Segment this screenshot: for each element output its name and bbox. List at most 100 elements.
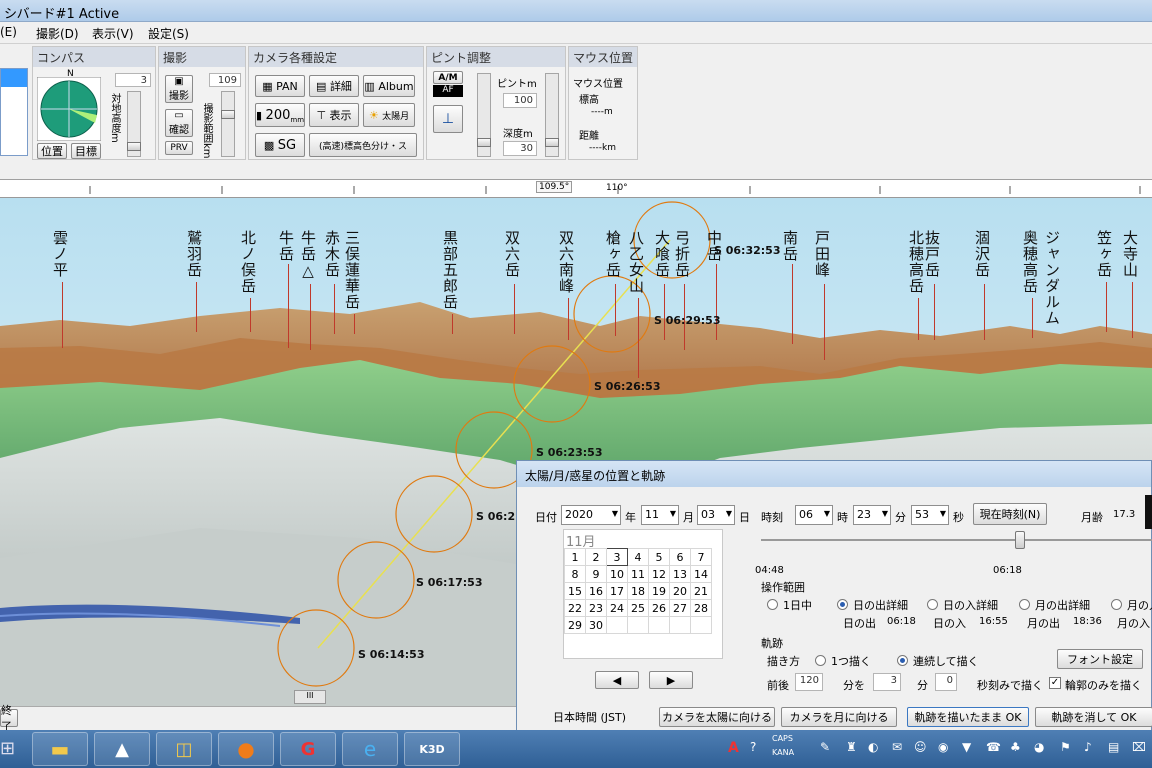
step-field[interactable]: 3	[873, 673, 901, 691]
outline-only-checkbox[interactable]: ✓	[1049, 677, 1061, 689]
tray-icon-10[interactable]: ⚑	[1060, 740, 1071, 754]
calendar-day[interactable]: 12	[648, 565, 670, 583]
calendar-day[interactable]: 8	[564, 565, 586, 583]
calendar-day[interactable]: 18	[627, 582, 649, 600]
calendar-day[interactable]: 13	[669, 565, 691, 583]
azimuth-ruler[interactable]: 109.5° 110°	[0, 180, 1152, 198]
range-field[interactable]: 109	[209, 73, 241, 87]
tray-icon-5[interactable]: ◉	[938, 740, 948, 754]
preview-button[interactable]: PRV	[165, 141, 193, 155]
menu-settings[interactable]: 設定(S)	[148, 25, 189, 42]
camera-to-moon-button[interactable]: カメラを月に向ける	[781, 707, 897, 727]
next-button[interactable]: ▶	[649, 671, 693, 689]
lens-button[interactable]: ▮ 200 mm	[255, 103, 305, 127]
af-indicator[interactable]: AF	[433, 85, 463, 97]
calendar-day[interactable]: 16	[585, 582, 607, 600]
tray-icon-8[interactable]: ♣	[1010, 740, 1021, 754]
ie-taskbar-button[interactable]: e	[342, 732, 398, 766]
calendar[interactable]: 11月 1 2 3 4 5 6 7 8 9 10 11 12 13 14 15 16 17 18 19 20 21 22 2…	[563, 529, 723, 659]
calendar-day[interactable]: 21	[690, 582, 712, 600]
before-after-field[interactable]: 120	[795, 673, 823, 691]
calendar-day[interactable]	[648, 616, 670, 634]
calendar-day[interactable]: 9	[585, 565, 607, 583]
help-icon[interactable]: ?	[750, 740, 756, 754]
menu-shoot[interactable]: 撮影(D)	[36, 25, 79, 42]
menu-edit[interactable]: (E)	[0, 25, 17, 39]
calendar-grid[interactable]: 1 2 3 4 5 6 7 8 9 10 11 12 13 14 15 16 17 18 19 20 21 22 23 24 2…	[564, 548, 712, 634]
focus-mode-button[interactable]: ⊥	[433, 105, 463, 133]
focus-field[interactable]: 100	[503, 93, 537, 108]
font-settings-button[interactable]: フォント設定	[1057, 649, 1143, 669]
height-field[interactable]: 3	[115, 73, 151, 87]
radio-sunset-detail[interactable]	[927, 599, 938, 610]
shoot-button[interactable]: ▣ 撮影	[165, 75, 193, 103]
g-app-taskbar-button[interactable]: G	[280, 732, 336, 766]
volume-icon[interactable]: ♪	[1084, 740, 1092, 754]
menu-view[interactable]: 表示(V)	[92, 25, 134, 42]
app-taskbar-button[interactable]: ▲	[94, 732, 150, 766]
calendar-day[interactable]: 27	[669, 599, 691, 617]
calendar-day[interactable]: 4	[627, 548, 649, 566]
calendar-day[interactable]: 1	[564, 548, 586, 566]
pan-button[interactable]: ▦ PAN	[255, 75, 305, 97]
tray-icon-6[interactable]: ▼	[962, 740, 971, 754]
scroll-thumb[interactable]: III	[294, 690, 326, 704]
sun-moon-button[interactable]: ☀ 太陽月	[363, 103, 415, 127]
calendar-day[interactable]: 20	[669, 582, 691, 600]
height-slider[interactable]	[127, 91, 141, 157]
prev-button[interactable]: ◀	[595, 671, 639, 689]
clear-track-ok-button[interactable]: 軌跡を消して OK	[1035, 707, 1152, 727]
camera-to-sun-button[interactable]: カメラを太陽に向ける	[659, 707, 775, 727]
month-select[interactable]: 11	[641, 505, 679, 525]
target-button[interactable]: 目標	[71, 143, 101, 159]
calendar-day[interactable]: 5	[648, 548, 670, 566]
tray-icon-7[interactable]: ☎	[986, 740, 1001, 754]
network-icon[interactable]: ▤	[1108, 740, 1119, 754]
folder-taskbar-button[interactable]: ◫	[156, 732, 212, 766]
hour-select[interactable]: 06	[795, 505, 833, 525]
am-button[interactable]: A/M	[433, 71, 463, 84]
calendar-day[interactable]: 19	[648, 582, 670, 600]
calendar-day[interactable]	[690, 616, 712, 634]
calendar-day[interactable]: 30	[585, 616, 607, 634]
now-button[interactable]: 現在時刻(N)	[973, 503, 1047, 525]
k3d-taskbar-button[interactable]: K3D	[404, 732, 460, 766]
radio-moonset-detail[interactable]	[1111, 599, 1122, 610]
calendar-day[interactable]: 3	[606, 548, 628, 566]
radio-all-day[interactable]	[767, 599, 778, 610]
calendar-day[interactable]: 15	[564, 582, 586, 600]
time-slider-track[interactable]	[761, 539, 1152, 541]
confirm-button[interactable]: ▭ 確認	[165, 109, 193, 137]
tray-icon-4[interactable]: ☺	[914, 740, 927, 754]
minute-select[interactable]: 23	[853, 505, 891, 525]
calendar-day[interactable]: 14	[690, 565, 712, 583]
calendar-day[interactable]	[606, 616, 628, 634]
explorer-taskbar-button[interactable]: ▬	[32, 732, 88, 766]
keep-track-ok-button[interactable]: 軌跡を描いたまま OK	[907, 707, 1029, 727]
depth-field[interactable]: 30	[503, 141, 537, 156]
position-button[interactable]: 位置	[37, 143, 67, 159]
radio-draw-continuous[interactable]	[897, 655, 908, 666]
tray-icon-11[interactable]: ⌧	[1132, 740, 1146, 754]
calendar-day[interactable]: 10	[606, 565, 628, 583]
compass-dial[interactable]	[37, 77, 101, 141]
depth-slider[interactable]	[545, 73, 559, 157]
tray-icon-1[interactable]: ✎	[820, 740, 830, 754]
radio-draw-once[interactable]	[815, 655, 826, 666]
sg-button[interactable]: ▩ SG	[255, 133, 305, 157]
time-slider-thumb[interactable]	[1015, 531, 1025, 549]
calendar-day[interactable]: 29	[564, 616, 586, 634]
second-field[interactable]: 0	[935, 673, 957, 691]
range-slider[interactable]	[221, 91, 235, 157]
second-select[interactable]: 53	[911, 505, 949, 525]
exit-button[interactable]: 終了	[0, 704, 18, 733]
calendar-day[interactable]: 2	[585, 548, 607, 566]
focus-slider[interactable]	[477, 73, 491, 157]
tray-icon-2[interactable]: ♜	[846, 740, 857, 754]
calendar-day[interactable]	[669, 616, 691, 634]
calendar-day[interactable]: 24	[606, 599, 628, 617]
calendar-day[interactable]: 22	[564, 599, 586, 617]
tray-icon-9[interactable]: ◕	[1034, 740, 1044, 754]
mail-icon[interactable]: ✉	[892, 740, 902, 754]
calendar-day[interactable]: 11	[627, 565, 649, 583]
